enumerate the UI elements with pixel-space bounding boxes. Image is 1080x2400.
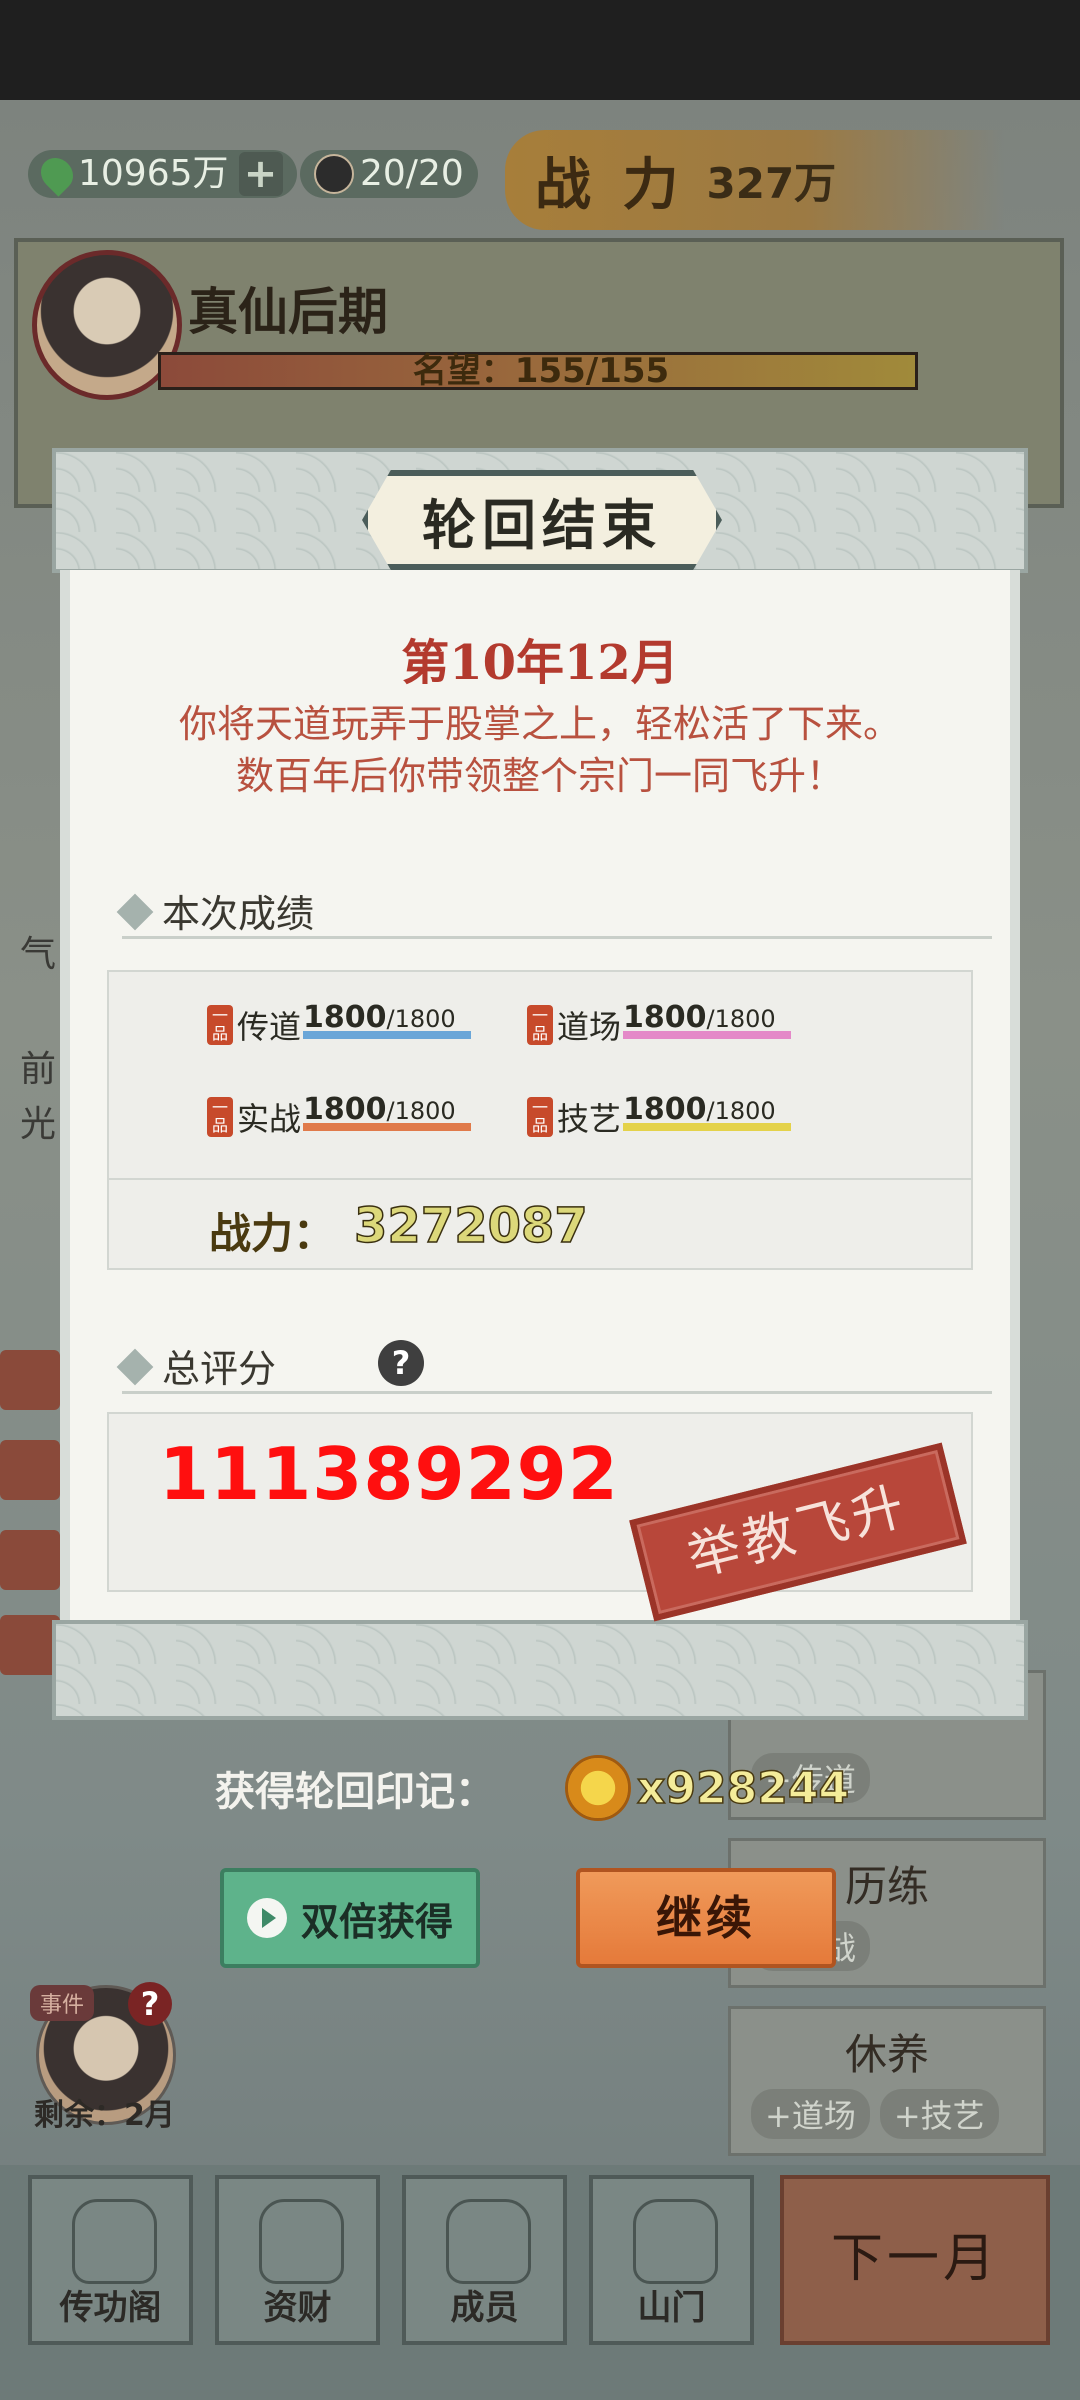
fame-bar: 名望：155/155 (158, 352, 918, 390)
disciple-counter: 20/20 (300, 150, 478, 198)
event-remaining: 剩余：2月 (34, 2098, 175, 2133)
spirit-stone-value: 10965万 (78, 153, 229, 194)
grade-badge: 一品 (207, 1005, 233, 1045)
nav-zicai[interactable]: 资财 (215, 2175, 380, 2345)
action-chip: +技艺 (879, 2089, 999, 2139)
score-chuandao: 一品 传道 1800/1800 (207, 1000, 472, 1050)
section-title: 总评分 (162, 1347, 277, 1391)
spirit-stone-icon (34, 151, 80, 197)
score-name: 技艺 (557, 1100, 622, 1138)
power-value: 3272087 (353, 1197, 588, 1255)
score-current: 1800 (623, 1092, 707, 1127)
score-current: 1800 (623, 1000, 707, 1035)
score-name: 传道 (237, 1008, 302, 1046)
next-month-button[interactable]: 下一月 (780, 2175, 1050, 2345)
action-card-rest[interactable]: 休养 +道场 +技艺 (728, 2006, 1046, 2156)
help-icon[interactable]: ? (378, 1340, 424, 1386)
score-current: 1800 (303, 1092, 387, 1127)
mountain-icon (633, 2199, 718, 2284)
reincarnation-seal-icon (565, 1755, 631, 1821)
score-max: 1800 (394, 1097, 456, 1125)
nav-chengyuan[interactable]: 成员 (402, 2175, 567, 2345)
double-reward-label: 双倍获得 (300, 1898, 453, 1944)
diamond-icon (116, 893, 154, 931)
continue-button[interactable]: 继续 (576, 1868, 836, 1968)
event-tag: 事件 (30, 1985, 95, 2021)
reward-line: 获得轮回印记： x928244 (215, 1755, 850, 1821)
robe-icon (72, 2199, 157, 2284)
power-label: 战力： (209, 1209, 336, 1258)
result-date: 第10年12月 (401, 635, 679, 691)
grade-badge (0, 1530, 60, 1590)
add-stones-button[interactable]: + (238, 152, 283, 196)
grade-badge: 一品 (527, 1097, 553, 1137)
modal-title: 轮回结束 (422, 492, 662, 557)
score-bar: 1800/1800 (623, 1000, 792, 1039)
score-max: 1800 (714, 1005, 776, 1033)
grade-badge (0, 1615, 60, 1675)
power-box: 战力： 3272087 (107, 1178, 973, 1270)
score-daochang: 一品 道场 1800/1800 (527, 1000, 792, 1050)
power-value: 327万 (706, 158, 837, 208)
log-fragment: 前 (20, 1049, 57, 1090)
double-reward-button[interactable]: 双倍获得 (220, 1868, 480, 1968)
section-header-total: 总评分 ? (116, 1338, 992, 1394)
score-jiyi: 一品 技艺 1800/1800 (527, 1092, 792, 1142)
modal-footer-band (52, 1620, 1028, 1720)
score-shizhan: 一品 实战 1800/1800 (207, 1092, 472, 1142)
diamond-icon (116, 1348, 154, 1386)
nav-chuangongge[interactable]: 传功阁 (28, 2175, 193, 2345)
score-box: 一品 传道 1800/1800 一品 道场 1800/1800 一品 实战 18… (107, 970, 973, 1180)
grade-badge (0, 1440, 60, 1500)
spirit-stone-counter[interactable]: 10965万 + (28, 150, 297, 198)
score-max: 1800 (714, 1097, 776, 1125)
grade-badge (0, 1350, 60, 1410)
score-name: 道场 (557, 1008, 622, 1046)
action-chip: +道场 (751, 2089, 870, 2139)
log-fragment: 光 (20, 1104, 57, 1145)
disciple-value: 20/20 (360, 153, 464, 194)
nav-label: 传功阁 (59, 2288, 162, 2328)
section-header-scores: 本次成绩 (116, 883, 992, 939)
nav-label: 资财 (263, 2288, 332, 2328)
action-card-title: 休养 (844, 2030, 929, 2079)
disciple-icon (314, 154, 354, 194)
score-value: 1800/1800 (303, 1000, 456, 1035)
play-video-icon (246, 1898, 287, 1938)
log-fragment: 气 (20, 934, 57, 975)
status-bar (0, 0, 1080, 100)
nav-shanmen[interactable]: 山门 (589, 2175, 754, 2345)
score-bar: 1800/1800 (623, 1092, 792, 1131)
member-icon (446, 2199, 531, 2284)
score-current: 1800 (303, 1000, 387, 1035)
reward-label: 获得轮回印记： (215, 1768, 495, 1815)
nav-label: 成员 (450, 2288, 519, 2328)
grade-badge: 一品 (207, 1097, 233, 1137)
grade-badge: 一品 (527, 1005, 553, 1045)
power-label: 战 力 (535, 151, 685, 218)
score-value: 1800/1800 (303, 1092, 456, 1127)
story-line: 数百年后你带领整个宗门一同飞升！ (235, 754, 844, 798)
power-banner: 战 力 327万 (505, 130, 1005, 230)
story-line: 你将天道玩弄于股掌之上，轻松活了下来。 (178, 702, 901, 746)
modal-title-plaque: 轮回结束 (362, 470, 722, 570)
score-bar: 1800/1800 (303, 1092, 472, 1131)
result-story: 你将天道玩弄于股掌之上，轻松活了下来。 数百年后你带领整个宗门一同飞升！ (112, 698, 968, 802)
reincarnation-result-modal: 轮回结束 第10年12月 你将天道玩弄于股掌之上，轻松活了下来。 数百年后你带领… (52, 448, 1028, 1720)
money-bag-icon (259, 2199, 344, 2284)
fame-text: 名望：155/155 (412, 351, 670, 391)
realm-label: 真仙后期 (188, 282, 388, 341)
score-name: 实战 (237, 1100, 302, 1138)
score-max: 1800 (394, 1005, 456, 1033)
section-title: 本次成绩 (162, 892, 315, 936)
score-bar: 1800/1800 (303, 1000, 472, 1039)
reward-quantity: x928244 (636, 1762, 850, 1815)
nav-label: 山门 (637, 2288, 706, 2328)
total-score-box: 111389292 举教飞升 (107, 1412, 973, 1622)
event-help-icon[interactable]: ? (128, 1982, 172, 2026)
total-score-value: 111389292 (159, 1432, 619, 1516)
score-value: 1800/1800 (623, 1092, 776, 1127)
score-value: 1800/1800 (623, 1000, 776, 1035)
